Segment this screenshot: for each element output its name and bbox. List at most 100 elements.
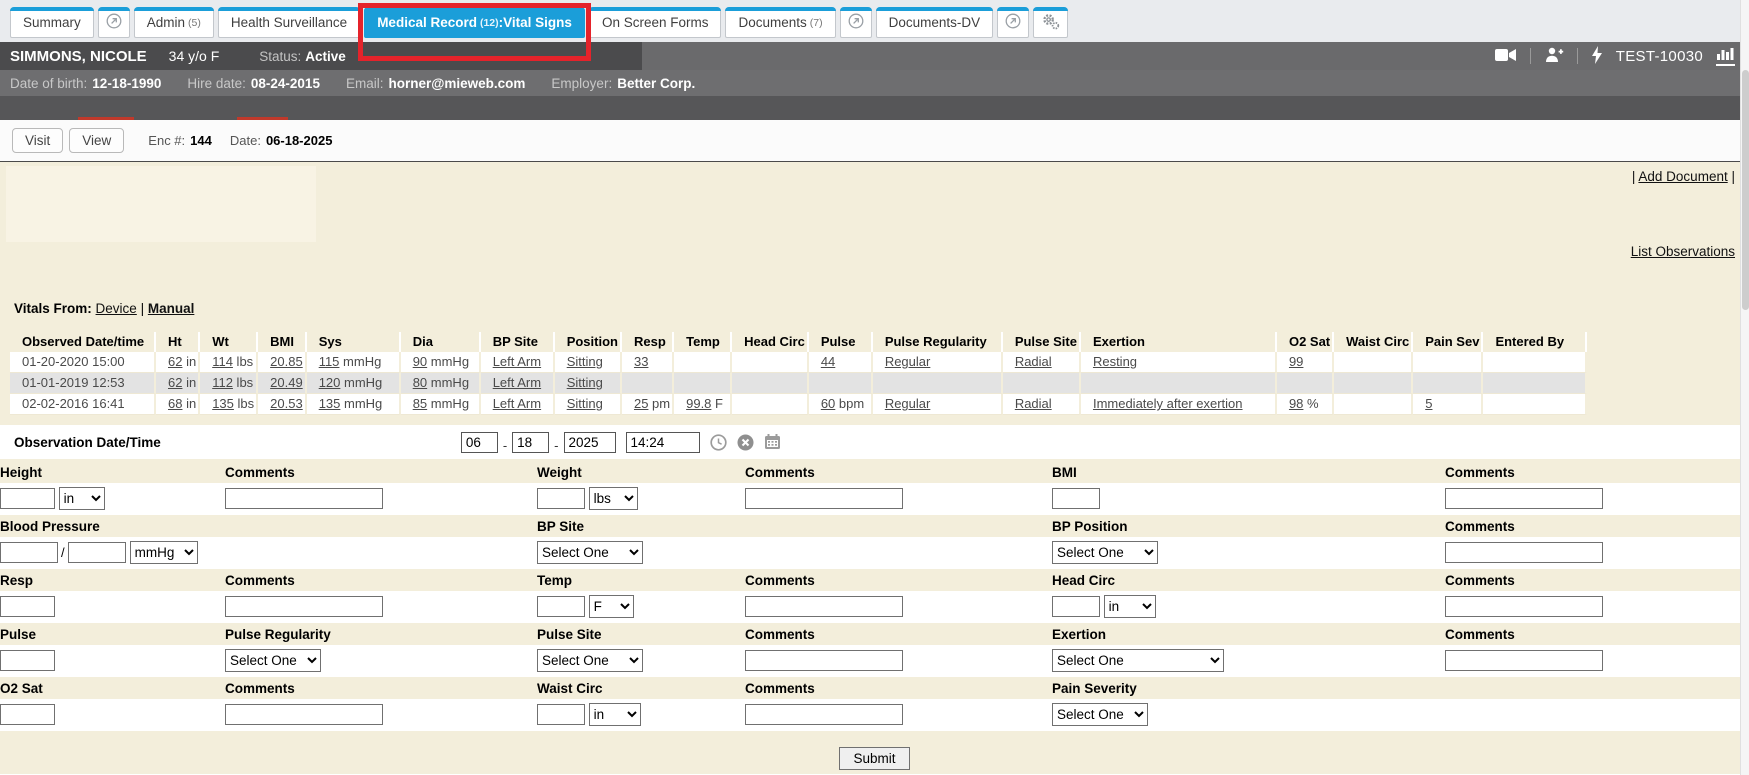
cell-link[interactable]: Left Arm [493,375,541,390]
cell-link[interactable]: 5 [1425,396,1432,411]
obs-month-input[interactable] [461,432,498,453]
cell-link[interactable]: Immediately after exertion [1093,396,1243,411]
bp-systolic-input[interactable] [0,542,58,563]
add-person-icon[interactable] [1544,47,1564,66]
cell-link[interactable]: 20.85 [270,354,303,369]
vertical-scrollbar[interactable] [1740,0,1749,775]
cell-link[interactable]: Sitting [567,354,603,369]
cell-link[interactable]: 99.8 [686,396,711,411]
submit-button[interactable]: Submit [839,747,909,770]
exertion-select[interactable]: Select One [1052,649,1224,672]
bp-comments-input[interactable] [1445,542,1603,563]
pulse-site-select[interactable]: Select One [537,649,643,672]
vitals-from-manual-link[interactable]: Manual [148,301,195,316]
cell-link[interactable]: 115 [319,354,340,369]
cell-link[interactable]: Resting [1093,354,1137,369]
head-circ-comments-input[interactable] [1445,596,1603,617]
cell-link[interactable]: Radial [1015,396,1052,411]
tab-documents-dv[interactable]: Documents-DV [876,7,994,38]
head-circ-input[interactable] [1052,596,1100,617]
clear-x-icon[interactable] [737,434,754,451]
popout-button[interactable] [997,7,1029,38]
clock-icon[interactable] [710,434,727,451]
popout-button[interactable] [98,7,130,38]
cell-link[interactable]: 85 [413,396,427,411]
cell-link[interactable]: 25 [634,396,648,411]
waist-circ-comments-input[interactable] [745,704,903,725]
cell-link[interactable]: 112 [212,375,233,390]
tab-admin[interactable]: Admin(5) [134,7,214,38]
bmi-input[interactable] [1052,488,1100,509]
exertion-comments-input[interactable] [1445,650,1603,671]
cell-link[interactable]: 20.53 [270,396,303,411]
waist-circ-unit-select[interactable]: in [589,703,641,726]
add-document-link[interactable]: Add Document [1638,169,1727,184]
weight-comments-input[interactable] [745,488,903,509]
tab-on-screen-forms[interactable]: On Screen Forms [589,7,722,38]
bp-position-select[interactable]: Select One [1052,541,1158,564]
cell-link[interactable]: 90 [413,354,427,369]
bp-site-select[interactable]: Select One [537,541,643,564]
cell-link[interactable]: 62 [168,354,182,369]
weight-input[interactable] [537,488,585,509]
pulse-input[interactable] [0,650,55,671]
resp-comments-input[interactable] [225,596,383,617]
cell-link[interactable]: 98 [1289,396,1303,411]
cell-link[interactable]: Left Arm [493,396,541,411]
head-circ-unit-select[interactable]: in [1104,595,1156,618]
height-input[interactable] [0,488,55,509]
scrollbar-thumb[interactable] [1742,70,1749,310]
cell-link[interactable]: 68 [168,396,182,411]
temp-comments-input[interactable] [745,596,903,617]
settings-button[interactable] [1033,7,1068,38]
cell-link[interactable]: 60 [821,396,835,411]
cell-link[interactable]: 120 [319,375,341,390]
cell-link[interactable]: 135 [319,396,341,411]
video-camera-icon[interactable] [1495,48,1517,65]
tab-summary[interactable]: Summary [10,7,94,38]
cell-link[interactable]: 62 [168,375,182,390]
cell-link[interactable]: 135 [212,396,234,411]
height-comments-input[interactable] [225,488,383,509]
pulse-regularity-select[interactable]: Select One [225,649,321,672]
lightning-bolt-icon[interactable] [1591,46,1603,67]
obs-day-input[interactable] [512,432,549,453]
tab-health-surveillance[interactable]: Health Surveillance [218,7,360,38]
view-button[interactable]: View [69,128,124,153]
cell-link[interactable]: Left Arm [493,354,541,369]
cell-link[interactable]: Radial [1015,354,1052,369]
visit-button[interactable]: Visit [12,128,63,153]
temp-input[interactable] [537,596,585,617]
bar-chart-icon[interactable] [1716,47,1735,66]
weight-unit-select[interactable]: lbs [589,487,638,510]
bp-diastolic-input[interactable] [68,542,126,563]
list-observations-link[interactable]: List Observations [1631,244,1735,259]
resp-input[interactable] [0,596,55,617]
tab-medical-record[interactable]: Medical Record(12):Vital Signs [364,7,585,38]
cell-link[interactable]: 44 [821,354,835,369]
bmi-comments-input[interactable] [1445,488,1603,509]
pain-severity-select[interactable]: Select One [1052,703,1148,726]
vitals-from-device-link[interactable]: Device [96,301,137,316]
cell-link[interactable]: Regular [885,396,931,411]
cell-link[interactable]: 20.49 [270,375,303,390]
popout-button[interactable] [840,7,872,38]
cell-link[interactable]: Sitting [567,396,603,411]
cell-link[interactable]: 99 [1289,354,1303,369]
tab-documents[interactable]: Documents(7) [725,7,835,38]
o2-sat-input[interactable] [0,704,55,725]
bp-unit-select[interactable]: mmHg [130,541,198,564]
cell-link[interactable]: 33 [634,354,648,369]
o2-sat-comments-input[interactable] [225,704,383,725]
obs-time-input[interactable] [626,432,700,453]
temp-unit-select[interactable]: F [589,595,634,618]
cell-link[interactable]: 80 [413,375,427,390]
waist-circ-input[interactable] [537,704,585,725]
obs-year-input[interactable] [564,432,616,453]
cell-link[interactable]: 114 [212,354,233,369]
pulse-comments-input[interactable] [745,650,903,671]
cell-link[interactable]: Regular [885,354,931,369]
calendar-icon[interactable] [764,434,781,450]
cell-link[interactable]: Sitting [567,375,603,390]
height-unit-select[interactable]: in [59,487,105,510]
